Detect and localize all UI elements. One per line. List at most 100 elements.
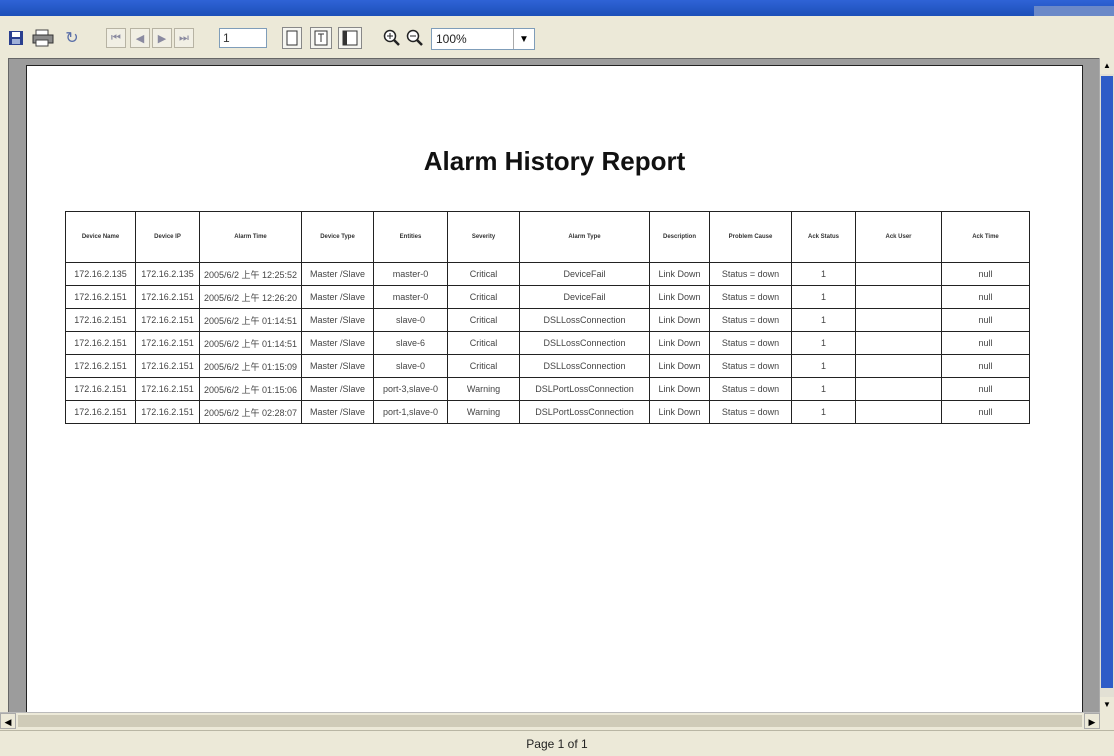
table-cell: Link Down [649, 377, 710, 401]
table-cell: null [941, 400, 1030, 424]
table-cell: DSLLossConnection [519, 331, 650, 355]
page-view-icon[interactable] [282, 27, 302, 49]
last-page-button[interactable]: ⏭ [174, 28, 194, 48]
table-cell: Master /Slave [301, 308, 374, 332]
column-header: Device IP [135, 211, 200, 263]
chevron-down-icon[interactable]: ▼ [513, 29, 534, 49]
table-cell: 1 [791, 262, 856, 286]
column-header: Alarm Time [199, 211, 302, 263]
refresh-icon[interactable]: ↻ [62, 26, 82, 50]
zoom-in-icon[interactable] [382, 26, 402, 50]
table-header-row: Device Name Device IP Alarm Time Device Typ… [65, 211, 1030, 263]
table-cell: Link Down [649, 354, 710, 378]
table-cell: Warning [447, 377, 520, 401]
table-cell: DSLLossConnection [519, 354, 650, 378]
table-cell: 2005/6/2 上午 01:15:06 [199, 377, 302, 401]
zoom-select[interactable]: 100% ▼ [431, 28, 535, 50]
table-cell: 2005/6/2 上午 01:14:51 [199, 331, 302, 355]
table-cell: Critical [447, 262, 520, 286]
page-indicator: Page 1 of 1 [526, 737, 588, 751]
column-header: Ack Time [941, 211, 1030, 263]
previous-page-button[interactable]: ◀ [130, 28, 150, 48]
table-row: 172.16.2.135 172.16.2.135 2005/6/2 上午 12:2… [65, 262, 1030, 286]
report-title: Alarm History Report [423, 146, 686, 176]
vertical-scroll-thumb[interactable] [1101, 76, 1113, 688]
whole-page-icon[interactable] [338, 27, 362, 49]
table-cell: Status = down [709, 308, 792, 332]
horizontal-scroll-track[interactable] [18, 715, 1082, 727]
table-cell: Critical [447, 354, 520, 378]
scroll-right-icon[interactable]: ▶ [1084, 713, 1100, 729]
table-cell: null [941, 354, 1030, 378]
column-header: Device Type [301, 211, 374, 263]
table-cell: Critical [447, 285, 520, 309]
table-cell: port-3,slave-0 [373, 377, 448, 401]
table-cell: null [941, 285, 1030, 309]
table-cell: Link Down [649, 308, 710, 332]
table-cell: 2005/6/2 上午 01:15:09 [199, 354, 302, 378]
table-cell [855, 354, 942, 378]
table-cell: 172.16.2.151 [65, 377, 136, 401]
table-cell: 1 [791, 400, 856, 424]
table-cell: Status = down [709, 262, 792, 286]
alarm-history-table: Device Name Device IP Alarm Time Device Typ… [65, 211, 1030, 424]
horizontal-scrollbar[interactable]: ◀ ▶ [0, 712, 1100, 729]
table-cell: Master /Slave [301, 354, 374, 378]
scroll-up-icon[interactable]: ▲ [1100, 58, 1114, 74]
window-controls[interactable] [1034, 6, 1114, 16]
table-cell: slave-0 [373, 354, 448, 378]
page-number-input[interactable] [219, 28, 267, 48]
save-icon[interactable] [8, 26, 24, 50]
table-row: 172.16.2.151 172.16.2.151 2005/6/2 上午 01:1… [65, 354, 1030, 378]
table-cell: Link Down [649, 331, 710, 355]
table-cell: null [941, 331, 1030, 355]
report-page: Alarm History Report Device Name Device I… [26, 65, 1083, 712]
next-page-button[interactable]: ▶ [152, 28, 172, 48]
table-cell: slave-6 [373, 331, 448, 355]
print-icon[interactable] [28, 26, 58, 50]
scroll-down-icon[interactable]: ▼ [1100, 697, 1114, 713]
table-cell: master-0 [373, 262, 448, 286]
table-cell: 2005/6/2 上午 12:26:20 [199, 285, 302, 309]
column-header: Ack Status [791, 211, 856, 263]
zoom-value: 100% [436, 32, 467, 46]
table-cell: 172.16.2.151 [135, 377, 200, 401]
table-cell: Status = down [709, 331, 792, 355]
table-cell: Master /Slave [301, 262, 374, 286]
table-cell [855, 377, 942, 401]
table-cell: 1 [791, 377, 856, 401]
table-cell: 172.16.2.151 [65, 285, 136, 309]
table-cell [855, 308, 942, 332]
scroll-left-icon[interactable]: ◀ [0, 713, 16, 729]
table-cell: Link Down [649, 400, 710, 424]
column-header: Device Name [65, 211, 136, 263]
report-toolbar: ↻ ⏮ ◀ ▶ ⏭ 100% ▼ [0, 16, 1114, 58]
table-cell: DSLLossConnection [519, 308, 650, 332]
zoom-out-icon[interactable] [405, 26, 425, 50]
table-cell: 172.16.2.151 [135, 400, 200, 424]
table-cell: null [941, 308, 1030, 332]
table-cell: 172.16.2.151 [135, 331, 200, 355]
table-cell [855, 262, 942, 286]
table-row: 172.16.2.151 172.16.2.151 2005/6/2 上午 12:2… [65, 285, 1030, 309]
table-cell: 2005/6/2 上午 01:14:51 [199, 308, 302, 332]
page-width-icon[interactable] [310, 27, 332, 49]
column-header: Ack User [855, 211, 942, 263]
table-cell: DSLPortLossConnection [519, 400, 650, 424]
window-title-strip [0, 0, 1114, 16]
table-cell: slave-0 [373, 308, 448, 332]
table-cell: 1 [791, 354, 856, 378]
table-cell: 1 [791, 285, 856, 309]
table-cell: 172.16.2.151 [65, 308, 136, 332]
vertical-scrollbar[interactable]: ▲ ▼ [1099, 58, 1114, 713]
table-row: 172.16.2.151 172.16.2.151 2005/6/2 上午 01:1… [65, 377, 1030, 401]
table-cell: Warning [447, 400, 520, 424]
table-cell: Master /Slave [301, 377, 374, 401]
first-page-button[interactable]: ⏮ [106, 28, 126, 48]
table-cell: port-1,slave-0 [373, 400, 448, 424]
table-cell: 172.16.2.151 [135, 354, 200, 378]
table-row: 172.16.2.151 172.16.2.151 2005/6/2 上午 01:1… [65, 308, 1030, 332]
table-cell: DSLPortLossConnection [519, 377, 650, 401]
table-cell: 2005/6/2 上午 12:25:52 [199, 262, 302, 286]
report-viewport[interactable]: Alarm History Report Device Name Device I… [8, 58, 1100, 713]
